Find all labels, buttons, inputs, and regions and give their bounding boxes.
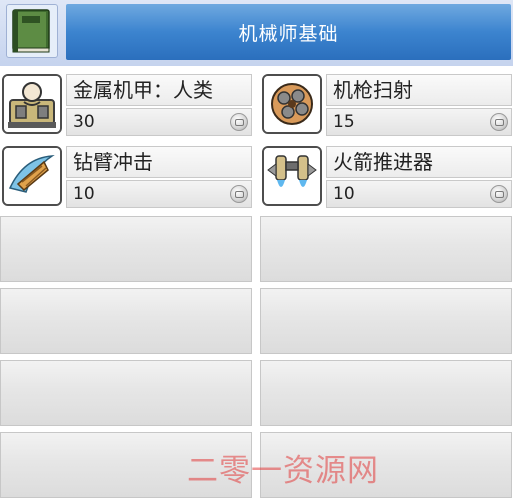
level-up-icon[interactable] xyxy=(490,185,508,203)
empty-skill-slot xyxy=(260,216,512,282)
metal-mech-human-icon[interactable] xyxy=(2,74,62,134)
rocket-booster-icon[interactable] xyxy=(262,146,322,206)
skill-slot-4[interactable]: 火箭推进器 10 xyxy=(260,144,512,210)
watermark-text: 二零一资源网 xyxy=(187,453,379,489)
skill-name: 金属机甲：人类 xyxy=(66,74,252,106)
green-book-icon[interactable] xyxy=(6,4,58,58)
skill-name: 机枪扫射 xyxy=(326,74,512,106)
empty-skill-slot xyxy=(0,288,252,354)
skill-tab-title: 机械师基础 xyxy=(238,22,339,45)
level-up-icon[interactable] xyxy=(490,113,508,131)
skill-level: 10 xyxy=(66,180,252,208)
empty-skill-slot xyxy=(0,216,252,282)
skill-level-value: 30 xyxy=(73,112,95,132)
empty-skill-slot xyxy=(260,288,512,354)
skill-name: 火箭推进器 xyxy=(326,146,512,178)
skill-window: 机械师基础 金属机甲：人类 30 机枪扫射 15 钻臂冲击 10 火箭推进器 1… xyxy=(0,0,513,500)
skill-level: 15 xyxy=(326,108,512,136)
skill-level-value: 15 xyxy=(333,112,355,132)
skill-slot-2[interactable]: 机枪扫射 15 xyxy=(260,72,512,138)
gatling-gun-icon[interactable] xyxy=(262,74,322,134)
skill-level-value: 10 xyxy=(333,184,355,204)
skill-slot-1[interactable]: 金属机甲：人类 30 xyxy=(0,72,252,138)
skill-level: 10 xyxy=(326,180,512,208)
level-up-icon[interactable] xyxy=(230,113,248,131)
empty-skill-slot xyxy=(260,360,512,426)
level-up-icon[interactable] xyxy=(230,185,248,203)
title-bar: 机械师基础 xyxy=(66,4,511,60)
empty-skill-slot xyxy=(0,360,252,426)
drill-arm-icon[interactable] xyxy=(2,146,62,206)
skill-level: 30 xyxy=(66,108,252,136)
skill-name: 钻臂冲击 xyxy=(66,146,252,178)
skill-level-value: 10 xyxy=(73,184,95,204)
skill-slot-3[interactable]: 钻臂冲击 10 xyxy=(0,144,252,210)
skill-tab-header: 机械师基础 xyxy=(0,0,513,66)
